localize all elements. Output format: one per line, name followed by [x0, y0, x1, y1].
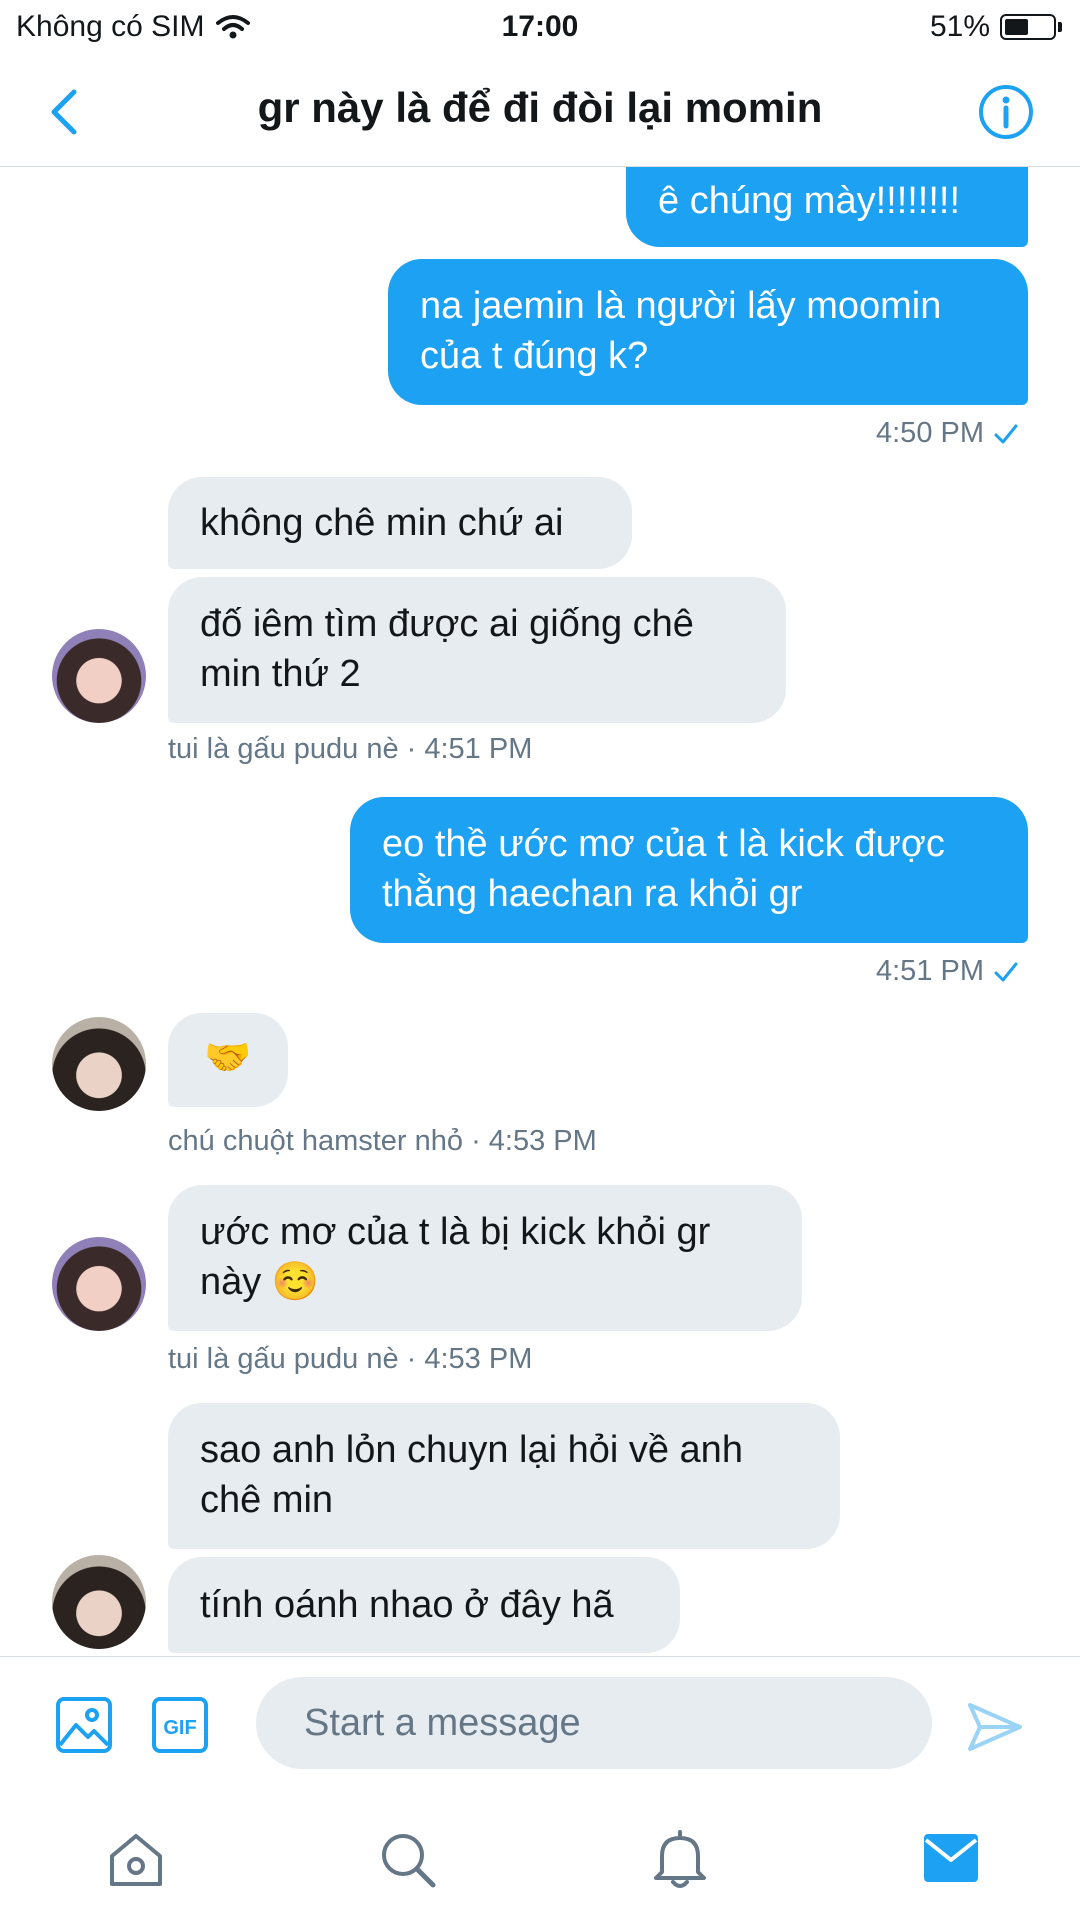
status-bar: Không có SIM 17:00 51%: [0, 0, 1080, 56]
message-bubble-outgoing[interactable]: na jaemin là người lấy moomin của t đúng…: [388, 259, 1028, 405]
send-icon: [968, 1703, 1022, 1751]
message-input[interactable]: [256, 1677, 932, 1769]
gif-button[interactable]: GIF: [150, 1695, 210, 1760]
battery-tip: [1058, 22, 1062, 32]
message-timestamp: 4:51 PM: [876, 955, 1018, 988]
chevron-left-icon: [51, 89, 77, 135]
send-button[interactable]: [966, 1699, 1024, 1760]
message-bubble-incoming[interactable]: đố iêm tìm được ai giống chê min thứ 2: [168, 577, 786, 723]
info-icon: [979, 85, 1033, 139]
info-button[interactable]: [976, 82, 1036, 142]
avatar[interactable]: [52, 1017, 146, 1111]
message-bubble-incoming[interactable]: không chê min chứ ai: [168, 477, 632, 569]
nav-home[interactable]: [106, 1830, 166, 1895]
message-timestamp: 4:50 PM: [876, 417, 1018, 450]
add-photo-button[interactable]: [54, 1695, 114, 1760]
message-composer: GIF: [0, 1656, 1080, 1799]
battery-level: [1005, 19, 1028, 35]
avatar[interactable]: [52, 1237, 146, 1331]
message-meta: tui là gấu pudu nè · 4:53 PM: [168, 1343, 533, 1375]
timestamp-text: 4:50 PM: [876, 417, 984, 449]
message-bubble-outgoing[interactable]: eo thề ước mơ của t là kick được thằng h…: [350, 797, 1028, 943]
bottom-navigation: [0, 1798, 1080, 1920]
message-bubble-incoming[interactable]: tính oánh nhao ở đây hã: [168, 1557, 680, 1653]
conversation-title: gr này là để đi đòi lại momin: [257, 84, 823, 131]
message-list[interactable]: ê chúng mày!!!!!!!! na jaemin là người l…: [0, 167, 1080, 1655]
gif-icon: GIF: [152, 1697, 208, 1753]
avatar[interactable]: [52, 629, 146, 723]
message-meta: chú chuột hamster nhỏ · 4:53 PM: [168, 1125, 597, 1157]
message-bubble-incoming[interactable]: ước mơ của t là bị kick khỏi gr này ☺️: [168, 1185, 802, 1331]
message-meta: tui là gấu pudu nè · 4:51 PM: [168, 733, 533, 765]
mail-icon: [924, 1834, 978, 1882]
clock: 17:00: [501, 10, 579, 43]
nav-notifications[interactable]: [650, 1828, 710, 1895]
home-icon: [110, 1834, 162, 1886]
message-bubble-incoming[interactable]: 🤝: [168, 1013, 288, 1107]
timestamp-text: 4:51 PM: [876, 955, 984, 987]
nav-messages[interactable]: [922, 1832, 980, 1889]
image-icon: [56, 1697, 112, 1753]
conversation-header: gr này là để đi đòi lại momin: [0, 56, 1080, 167]
message-bubble-incoming[interactable]: sao anh lỏn chuyn lại hỏi về anh chê min: [168, 1403, 840, 1549]
nav-search[interactable]: [378, 1830, 438, 1895]
avatar[interactable]: [52, 1555, 146, 1649]
gif-label: GIF: [163, 1717, 196, 1739]
check-icon: [994, 424, 1018, 443]
check-icon: [994, 962, 1018, 981]
back-button[interactable]: [40, 84, 90, 140]
search-icon: [382, 1834, 436, 1888]
battery-icon: [1000, 14, 1056, 40]
bell-icon: [654, 1830, 706, 1888]
message-bubble-outgoing[interactable]: ê chúng mày!!!!!!!!: [626, 167, 1028, 247]
battery-percent: 51%: [929, 10, 990, 43]
